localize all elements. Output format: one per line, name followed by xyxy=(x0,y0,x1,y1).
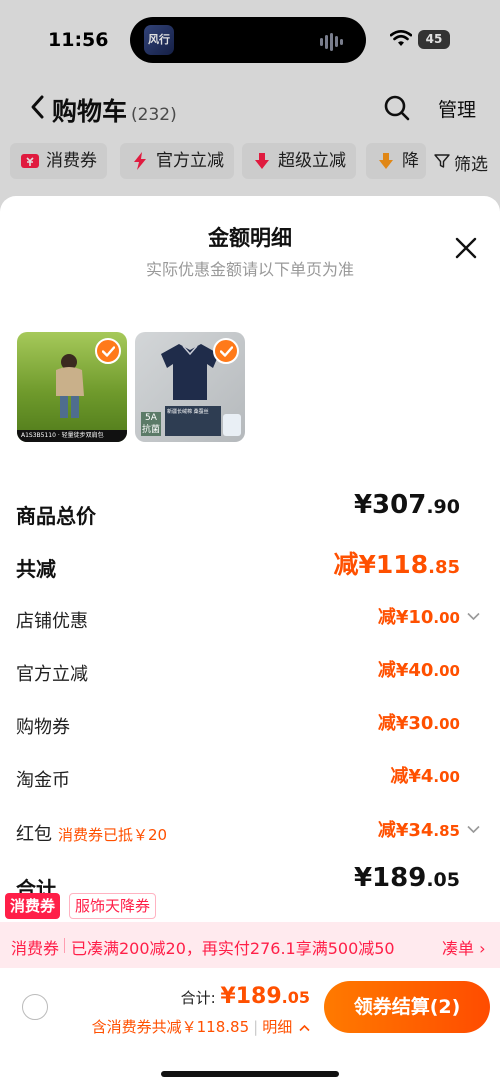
product-image xyxy=(56,354,84,418)
selected-check-icon xyxy=(213,338,239,364)
promo-text: 已凑满200减20，再实付276.1享满500减50 xyxy=(71,939,395,958)
discount-text: 含消费券共减￥118.85 xyxy=(91,1018,250,1036)
amount-dec: .00 xyxy=(433,768,460,786)
row-label: 共减 xyxy=(16,557,56,581)
row-amount: 减¥30.00 xyxy=(378,709,460,735)
row-shopping-coupon: 购物券 减¥30.00 xyxy=(16,709,484,743)
product-caption: 新疆长绒棉 桑蚕丝 xyxy=(165,406,221,436)
row-amount: ¥189.05 xyxy=(354,863,460,893)
amount-dec: .85 xyxy=(433,822,460,840)
row-amount: 减¥4.00 xyxy=(390,762,460,788)
discount-summary[interactable]: 含消费券共减￥118.85 | 明细 xyxy=(92,1016,310,1037)
row-label: 商品总价 xyxy=(16,504,96,528)
amount-dec: .85 xyxy=(428,557,460,578)
sheet-subtitle: 实际优惠金额请以下单页为准 xyxy=(145,260,354,279)
amount-detail-sheet: 金额明细 实际优惠金额请以下单页为准 A1S3B5110 · 轻量徒步双肩包 5… xyxy=(0,196,500,926)
row-label: 官方立减 xyxy=(16,664,88,685)
amount-dec: .00 xyxy=(433,609,460,627)
clothing-coupon-tag[interactable]: 服饰天降券 xyxy=(69,893,157,919)
row-label: 红包 消费券已抵￥20 xyxy=(16,820,167,846)
row-official-discount: 官方立减 减¥40.00 xyxy=(16,656,484,690)
checkout-bar: 合计: ¥189.05 含消费券共减￥118.85 | 明细 领券结算(2) xyxy=(0,968,500,1087)
amount-int: 减¥40 xyxy=(377,660,434,681)
row-label: 店铺优惠 xyxy=(16,611,88,632)
row-shop-discount[interactable]: 店铺优惠 减¥10.00 xyxy=(16,603,484,637)
amount-int: 减¥118 xyxy=(333,550,429,579)
detail-toggle[interactable]: 明细 xyxy=(262,1018,292,1036)
row-amount: 减¥118.85 xyxy=(334,545,460,581)
row-amount: 减¥34.85 xyxy=(378,816,460,842)
promo-tag: 消费券 xyxy=(11,939,60,958)
home-indicator xyxy=(161,1071,339,1077)
amount-int: ¥307 xyxy=(353,490,427,520)
package-image xyxy=(223,414,241,436)
row-amount: 减¥10.00 xyxy=(378,603,460,629)
amount-int: 减¥10 xyxy=(377,607,434,628)
total-summary: 合计: ¥189.05 xyxy=(181,984,310,1009)
amount-int: ¥189 xyxy=(353,863,427,893)
amount-int: 减¥30 xyxy=(377,713,434,734)
amount-int: 减¥34 xyxy=(377,820,434,841)
product-thumbnail-polo[interactable]: 5A 抗菌 新疆长绒棉 桑蚕丝 xyxy=(135,332,245,442)
product-caption: A1S3B5110 · 轻量徒步双肩包 xyxy=(17,430,127,442)
row-amount: ¥307.90 xyxy=(354,490,460,520)
chevron-down-icon xyxy=(467,825,480,834)
add-items-link[interactable]: 凑单 › xyxy=(442,935,486,959)
total-amount: ¥189.05 xyxy=(220,984,310,1009)
amount-dec: .00 xyxy=(433,662,460,680)
promo-divider xyxy=(64,938,65,953)
row-label: 购物券 xyxy=(16,717,70,738)
product-thumbnail-backpack[interactable]: A1S3B5110 · 轻量徒步双肩包 xyxy=(17,332,127,442)
consume-coupon-tag[interactable]: 消费券 xyxy=(5,893,61,919)
chevron-down-icon xyxy=(467,612,480,621)
row-label: 淘金币 xyxy=(16,770,70,791)
row-taojinbi: 淘金币 减¥4.00 xyxy=(16,762,484,796)
row-amount: 减¥40.00 xyxy=(378,656,460,682)
row-item-total: 商品总价 ¥307.90 xyxy=(16,490,484,530)
selected-check-icon xyxy=(95,338,121,364)
sheet-title: 金额明细 xyxy=(208,226,292,250)
amount-int: ¥189 xyxy=(220,984,282,1009)
select-all-radio[interactable] xyxy=(22,994,48,1020)
amount-dec: .05 xyxy=(426,869,460,891)
row-note: 消费券已抵￥20 xyxy=(58,826,168,844)
product-image xyxy=(161,344,219,400)
amount-dec: .00 xyxy=(433,715,460,733)
row-total-discount: 共减 减¥118.85 xyxy=(16,549,484,583)
amount-dec: .05 xyxy=(281,988,310,1007)
checkout-button[interactable]: 领券结算(2) xyxy=(324,981,490,1033)
amount-dec: .90 xyxy=(426,496,460,518)
promo-banner[interactable]: 消费券 已凑满200减20，再实付276.1享满500减50 凑单 › xyxy=(0,922,500,968)
row-label-text: 红包 xyxy=(16,824,52,845)
separator: | xyxy=(253,1018,259,1036)
antibacterial-badge: 5A 抗菌 xyxy=(141,412,161,436)
row-red-packet[interactable]: 红包 消费券已抵￥20 减¥34.85 xyxy=(16,816,484,850)
amount-int: 减¥4 xyxy=(390,766,434,787)
close-icon[interactable] xyxy=(454,236,478,260)
total-label: 合计: xyxy=(180,989,216,1007)
chevron-up-icon xyxy=(299,1024,310,1032)
